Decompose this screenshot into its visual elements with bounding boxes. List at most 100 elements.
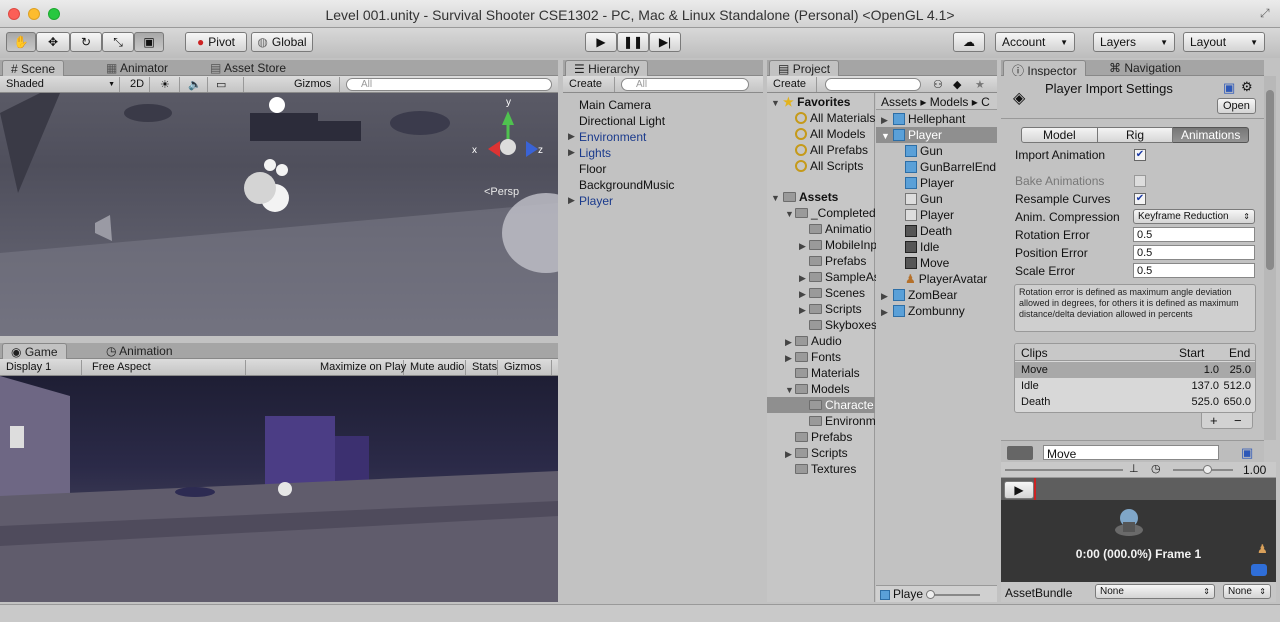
favorite-item[interactable]: All Models — [795, 127, 865, 141]
lighting-toggle[interactable]: ☀ — [156, 77, 180, 92]
pause-button[interactable]: ❚❚ — [617, 32, 649, 52]
expand-arrow-icon[interactable]: ▼ — [785, 385, 794, 395]
breadcrumb-item[interactable]: Models — [930, 95, 969, 109]
speed-icon[interactable]: ◷ — [1151, 462, 1161, 475]
perspective-label[interactable]: <Persp — [484, 186, 519, 198]
expand-arrow-icon[interactable]: ▶ — [785, 337, 792, 348]
folder-item[interactable]: Scenes — [809, 286, 865, 300]
asset-item[interactable]: ♟ PlayerAvatar — [905, 272, 987, 286]
minus-icon[interactable]: − — [1234, 413, 1242, 428]
shading-mode-dropdown[interactable]: Shaded ▼ — [2, 77, 120, 92]
hierarchy-item[interactable]: Directional Light — [579, 114, 665, 128]
tab-hierarchy[interactable]: ☰ Hierarchy — [565, 60, 649, 76]
open-button[interactable]: Open — [1217, 98, 1256, 114]
layers-dropdown[interactable]: Layers ▼ — [1093, 32, 1175, 52]
maximize-on-play-toggle[interactable]: Maximize on Play — [316, 360, 406, 375]
tab-animation[interactable]: ◷ Animation — [98, 343, 181, 359]
expand-arrow-icon[interactable]: ▶ — [881, 115, 888, 126]
pivot-preview-icon[interactable]: ⊥ — [1129, 462, 1139, 475]
label-tag-icon[interactable]: ◆ — [953, 78, 961, 91]
expand-arrow-icon[interactable]: ▶ — [785, 449, 792, 460]
fullscreen-icon[interactable]: ⤢ — [1260, 6, 1274, 20]
position-error-input[interactable]: 0.5 — [1133, 245, 1255, 260]
project-search-input[interactable] — [825, 78, 921, 91]
expand-arrow-icon[interactable]: ▶ — [568, 147, 575, 158]
pivot-button[interactable]: ● Pivot — [185, 32, 247, 52]
step-button[interactable]: ▶| — [649, 32, 681, 52]
asset-item[interactable]: Gun — [905, 192, 943, 206]
preview-viewport[interactable]: ▶ 0:00 (000.0%) Frame 1 ♟ — [1001, 478, 1276, 582]
folder-item[interactable]: Skyboxes — [809, 318, 877, 332]
clip-row-selected[interactable]: Move 1.0 25.0 — [1015, 362, 1255, 378]
asset-item[interactable]: Zombunny — [893, 304, 965, 318]
hierarchy-item[interactable]: Environment — [579, 130, 646, 144]
star-icon[interactable]: ★ — [975, 78, 985, 91]
folder-item[interactable]: Scripts — [809, 302, 862, 316]
assets-root[interactable]: Assets — [783, 190, 838, 204]
preview-play-button[interactable]: ▶ — [1004, 481, 1034, 499]
folder-item[interactable]: Textures — [795, 462, 856, 476]
playhead[interactable] — [1034, 478, 1036, 500]
asset-item[interactable]: Player — [905, 208, 954, 222]
account-dropdown[interactable]: Account ▼ — [995, 32, 1075, 52]
expand-arrow-icon[interactable]: ▼ — [785, 209, 794, 219]
layout-dropdown[interactable]: Layout ▼ — [1183, 32, 1265, 52]
tab-scene[interactable]: # Scene — [2, 60, 65, 76]
asset-item[interactable]: Gun — [905, 144, 943, 158]
folder-item[interactable]: Prefabs — [795, 430, 852, 444]
help-book-icon[interactable]: ▣ — [1223, 80, 1235, 96]
clip-name-input[interactable]: Move — [1043, 445, 1219, 461]
hierarchy-item[interactable]: Floor — [579, 162, 606, 176]
rotation-error-input[interactable]: 0.5 — [1133, 227, 1255, 242]
hand-tool-button[interactable]: ✋ — [6, 32, 36, 52]
subtab-rig[interactable]: Rig — [1097, 127, 1174, 143]
aspect-dropdown[interactable]: Free Aspect — [88, 360, 246, 375]
asset-item[interactable]: Move — [905, 256, 949, 270]
gear-icon[interactable]: ⚙ — [1241, 79, 1253, 95]
filter-type-icon[interactable]: ⚇ — [933, 78, 943, 91]
breadcrumb-item[interactable]: C — [981, 95, 990, 109]
scale-tool-button[interactable]: ⤡ — [102, 32, 134, 52]
anim-compression-dropdown[interactable]: Keyframe Reduction ⇕ — [1133, 209, 1255, 224]
tag-icon[interactable] — [1251, 564, 1267, 576]
expand-arrow-icon[interactable]: ▶ — [881, 307, 888, 318]
clip-row[interactable]: Death 525.0 650.0 — [1015, 394, 1255, 410]
subtab-animations[interactable]: Animations — [1173, 127, 1250, 143]
expand-arrow-icon[interactable]: ▶ — [881, 291, 888, 302]
inspector-scrollbar[interactable] — [1264, 76, 1276, 440]
assetbundle-variant-dropdown[interactable]: None ⇕ — [1223, 584, 1271, 599]
avatar-icon[interactable]: ♟ — [1257, 542, 1268, 556]
expand-arrow-icon[interactable]: ▶ — [785, 353, 792, 364]
scene-gizmos-dropdown[interactable]: Gizmos — [290, 77, 340, 92]
expand-arrow-icon[interactable]: ▶ — [799, 241, 806, 252]
bake-animations-checkbox[interactable] — [1134, 175, 1146, 187]
folder-item-selected[interactable]: Characte — [809, 398, 874, 412]
favorites-header[interactable]: ★ Favorites — [783, 95, 850, 109]
tab-navigation[interactable]: ⌘ Navigation — [1101, 60, 1189, 76]
folder-item[interactable]: MobileInp — [809, 238, 877, 252]
tab-project[interactable]: ▤ Project — [769, 60, 840, 76]
asset-item[interactable]: Death — [905, 224, 952, 238]
help-book-icon[interactable]: ▣ — [1241, 445, 1253, 461]
favorite-item[interactable]: All Prefabs — [795, 143, 868, 157]
folder-item[interactable]: Fonts — [795, 350, 841, 364]
hierarchy-create-dropdown[interactable]: Create — [565, 77, 615, 92]
breadcrumb-item[interactable]: Assets — [881, 95, 917, 109]
favorite-item[interactable]: All Materials — [795, 111, 875, 125]
folder-item[interactable]: Materials — [795, 366, 860, 380]
effects-dropdown[interactable]: ▭ — [212, 77, 244, 92]
scene-search-input[interactable]: All — [346, 78, 552, 91]
asset-item[interactable]: ZomBear — [893, 288, 957, 302]
tab-animator[interactable]: ▦ Animator — [98, 60, 176, 76]
stats-toggle[interactable]: Stats — [468, 360, 498, 375]
hierarchy-item[interactable]: Main Camera — [579, 98, 651, 112]
game-viewport[interactable] — [0, 376, 558, 602]
asset-item[interactable]: Idle — [905, 240, 939, 254]
hierarchy-item[interactable]: BackgroundMusic — [579, 178, 674, 192]
rect-tool-button[interactable]: ▣ — [134, 32, 164, 52]
expand-arrow-icon[interactable]: ▼ — [881, 131, 890, 141]
tab-inspector[interactable]: ⓘ Inspector — [1003, 60, 1086, 78]
mute-audio-toggle[interactable]: Mute audio — [406, 360, 466, 375]
resample-curves-checkbox[interactable]: ✔ — [1134, 193, 1146, 205]
folder-item[interactable]: _Completed — [795, 206, 876, 220]
